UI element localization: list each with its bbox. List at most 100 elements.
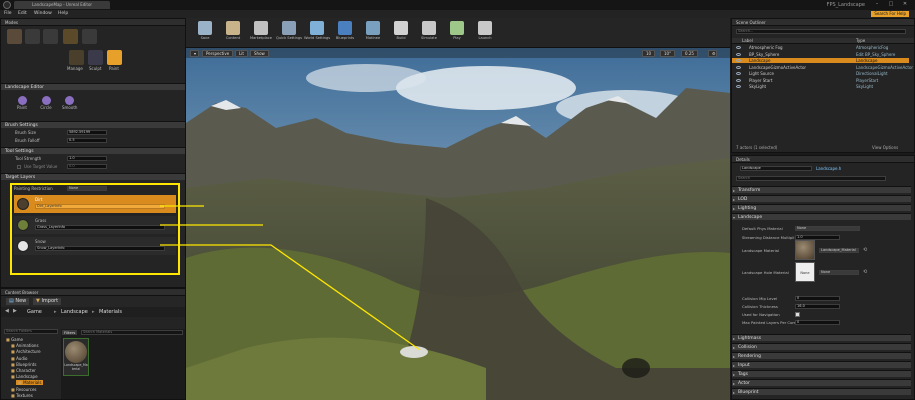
circle-tool[interactable]: Circle — [39, 96, 53, 110]
geometry-mode-icon[interactable] — [82, 29, 97, 44]
outliner-row[interactable]: SkyLight SkyLight — [732, 84, 909, 89]
folder-game[interactable]: ■ Game — [6, 337, 23, 342]
details-section-rendering[interactable]: Rendering — [732, 352, 911, 360]
landscape-mode-icon[interactable] — [43, 29, 58, 44]
place-mode-icon[interactable] — [7, 29, 22, 44]
use-selected-asset-icon[interactable]: ⟲ — [863, 247, 867, 253]
details-section-lightmass[interactable]: Lightmass — [732, 334, 911, 342]
new-button[interactable]: ▤ New — [6, 298, 30, 305]
class-link[interactable]: Landscape.h — [816, 166, 841, 171]
smooth-tool[interactable]: Smooth — [62, 96, 77, 110]
play-button[interactable]: Play — [444, 20, 470, 46]
landscape-material-thumbnail[interactable] — [795, 240, 815, 260]
layer-row-snow[interactable]: Snow Snow_LayerInfo — [14, 237, 176, 255]
world-settings-button[interactable]: World Settings — [304, 20, 330, 46]
camera-speed-icon[interactable]: ⚙ — [708, 50, 717, 57]
visibility-eye-icon[interactable] — [736, 72, 741, 75]
visibility-eye-icon[interactable] — [736, 78, 741, 82]
folder-blueprints[interactable]: ■ Blueprints — [11, 362, 36, 367]
menu-window[interactable]: Window — [34, 10, 52, 18]
folder-textures[interactable]: ■ Textures — [11, 393, 33, 398]
use-selected-asset-icon[interactable]: ⟲ — [863, 269, 867, 275]
build-button[interactable]: Build — [388, 20, 414, 46]
tool-strength-field[interactable]: 1.0 — [67, 156, 107, 161]
details-section-actor[interactable]: Actor — [732, 379, 911, 387]
type-column-header[interactable]: Type — [856, 38, 865, 44]
save-button[interactable]: Save — [192, 20, 218, 46]
filters-button[interactable]: Filters — [62, 330, 78, 335]
marketplace-button[interactable]: Marketplace — [248, 20, 274, 46]
landscape-material-dropdown[interactable]: Landscape_Material — [819, 248, 859, 253]
dirt-layer-info[interactable]: Dirt_LayerInfo — [35, 204, 165, 209]
minimize-button[interactable]: – — [871, 1, 883, 8]
folder-audio[interactable]: ■ Audio — [11, 356, 27, 361]
details-section-lod[interactable]: LOD — [732, 195, 911, 203]
scene-outliner-tab[interactable]: Scene Outliner — [732, 19, 914, 26]
folder-character[interactable]: ■ Character — [11, 368, 36, 373]
launch-button[interactable]: Launch — [472, 20, 498, 46]
folder-animations[interactable]: ■ Animations — [11, 343, 39, 348]
target-value-field[interactable]: 0.0 — [67, 164, 107, 169]
quick-settings-button[interactable]: Quick Settings — [276, 20, 302, 46]
folder-resources[interactable]: ■ Resources — [11, 387, 37, 392]
use-target-checkbox[interactable] — [17, 165, 21, 169]
grid-snap-button[interactable]: 10 — [642, 50, 656, 57]
import-button[interactable]: ▼ Import — [33, 298, 62, 305]
folder-materials[interactable]: ■ Materials — [16, 380, 44, 386]
prop-value[interactable]: 0 — [795, 296, 840, 301]
outliner-row[interactable]: Light Source DirectionalLight — [732, 71, 909, 76]
details-section-collision[interactable]: Collision — [732, 343, 911, 351]
view-options-button[interactable]: View Options — [872, 145, 898, 150]
paint-tool-icon[interactable] — [107, 50, 122, 65]
landscape-material-asset[interactable]: Landscape_Material — [63, 338, 89, 376]
hole-material-thumbnail[interactable]: None — [795, 262, 815, 282]
painting-restriction-dropdown[interactable]: None — [67, 186, 107, 191]
details-section-tags[interactable]: Tags — [732, 370, 911, 378]
foliage-mode-icon[interactable] — [63, 29, 78, 44]
layer-row-grass[interactable]: Grass Grass_LayerInfo — [14, 216, 176, 234]
lit-button[interactable]: Lit — [235, 50, 248, 57]
visibility-eye-icon[interactable] — [736, 85, 741, 88]
details-section-lighting[interactable]: Lighting — [732, 204, 911, 212]
show-button[interactable]: Show — [250, 50, 269, 57]
outliner-row[interactable]: Atmospheric Fog AtmosphericFog — [732, 45, 909, 50]
label-column-header[interactable]: Label — [742, 38, 753, 44]
visibility-eye-icon[interactable] — [736, 59, 741, 62]
paint-tool[interactable]: Paint — [15, 96, 29, 110]
content-browser-tab[interactable]: Content Browser — [1, 289, 185, 296]
prop-value[interactable]: None — [795, 226, 860, 231]
paint-mode-icon[interactable] — [25, 29, 40, 44]
prop-value[interactable]: 16.0 — [795, 304, 840, 309]
grass-layer-info[interactable]: Grass_LayerInfo — [35, 225, 165, 230]
simulate-button[interactable]: Simulate — [416, 20, 442, 46]
folder-architecture[interactable]: ■ Architecture — [11, 349, 41, 354]
used-for-navigation-checkbox[interactable] — [795, 312, 800, 317]
level-tab[interactable]: LandscapeMap - Unreal Editor — [14, 1, 111, 9]
details-search-input[interactable]: Search — [736, 176, 886, 181]
scale-snap-button[interactable]: 0.25 — [681, 50, 698, 57]
path-game[interactable]: Game — [27, 309, 42, 315]
help-search[interactable]: Search For Help — [871, 11, 909, 17]
visibility-eye-icon[interactable] — [736, 52, 741, 56]
details-section-input[interactable]: Input — [732, 361, 911, 369]
details-tab[interactable]: Details — [732, 156, 914, 163]
asset-search-input[interactable]: Search Materials — [81, 330, 183, 335]
outliner-row[interactable]: BP_Sky_Sphere Edit BP_Sky_Sphere — [732, 52, 909, 57]
outliner-row[interactable]: LandscapeGizmoActiveActor LandscapeGizmoA… — [732, 65, 913, 70]
menu-edit[interactable]: Edit — [18, 10, 27, 18]
tool-settings-section[interactable]: Tool Settings — [1, 147, 185, 154]
manage-tool-icon[interactable] — [69, 50, 84, 65]
snow-layer-info[interactable]: Snow_LayerInfo — [35, 246, 165, 251]
close-button[interactable]: ✕ — [899, 1, 911, 8]
visibility-eye-icon[interactable] — [736, 46, 741, 49]
menu-file[interactable]: File — [4, 10, 12, 18]
perspective-button[interactable]: Perspective — [202, 50, 234, 57]
actor-name-field[interactable]: Landscape — [740, 166, 812, 171]
matinee-button[interactable]: Matinee — [360, 20, 386, 46]
back-icon[interactable]: ◀ — [5, 308, 9, 314]
target-layers-section[interactable]: Target Layers — [1, 173, 185, 180]
outliner-row[interactable]: Landscape Landscape — [732, 58, 909, 63]
path-landscape[interactable]: Landscape — [61, 309, 88, 315]
content-button[interactable]: Content — [220, 20, 246, 46]
viewport-options-icon[interactable]: ▾ — [190, 50, 199, 57]
